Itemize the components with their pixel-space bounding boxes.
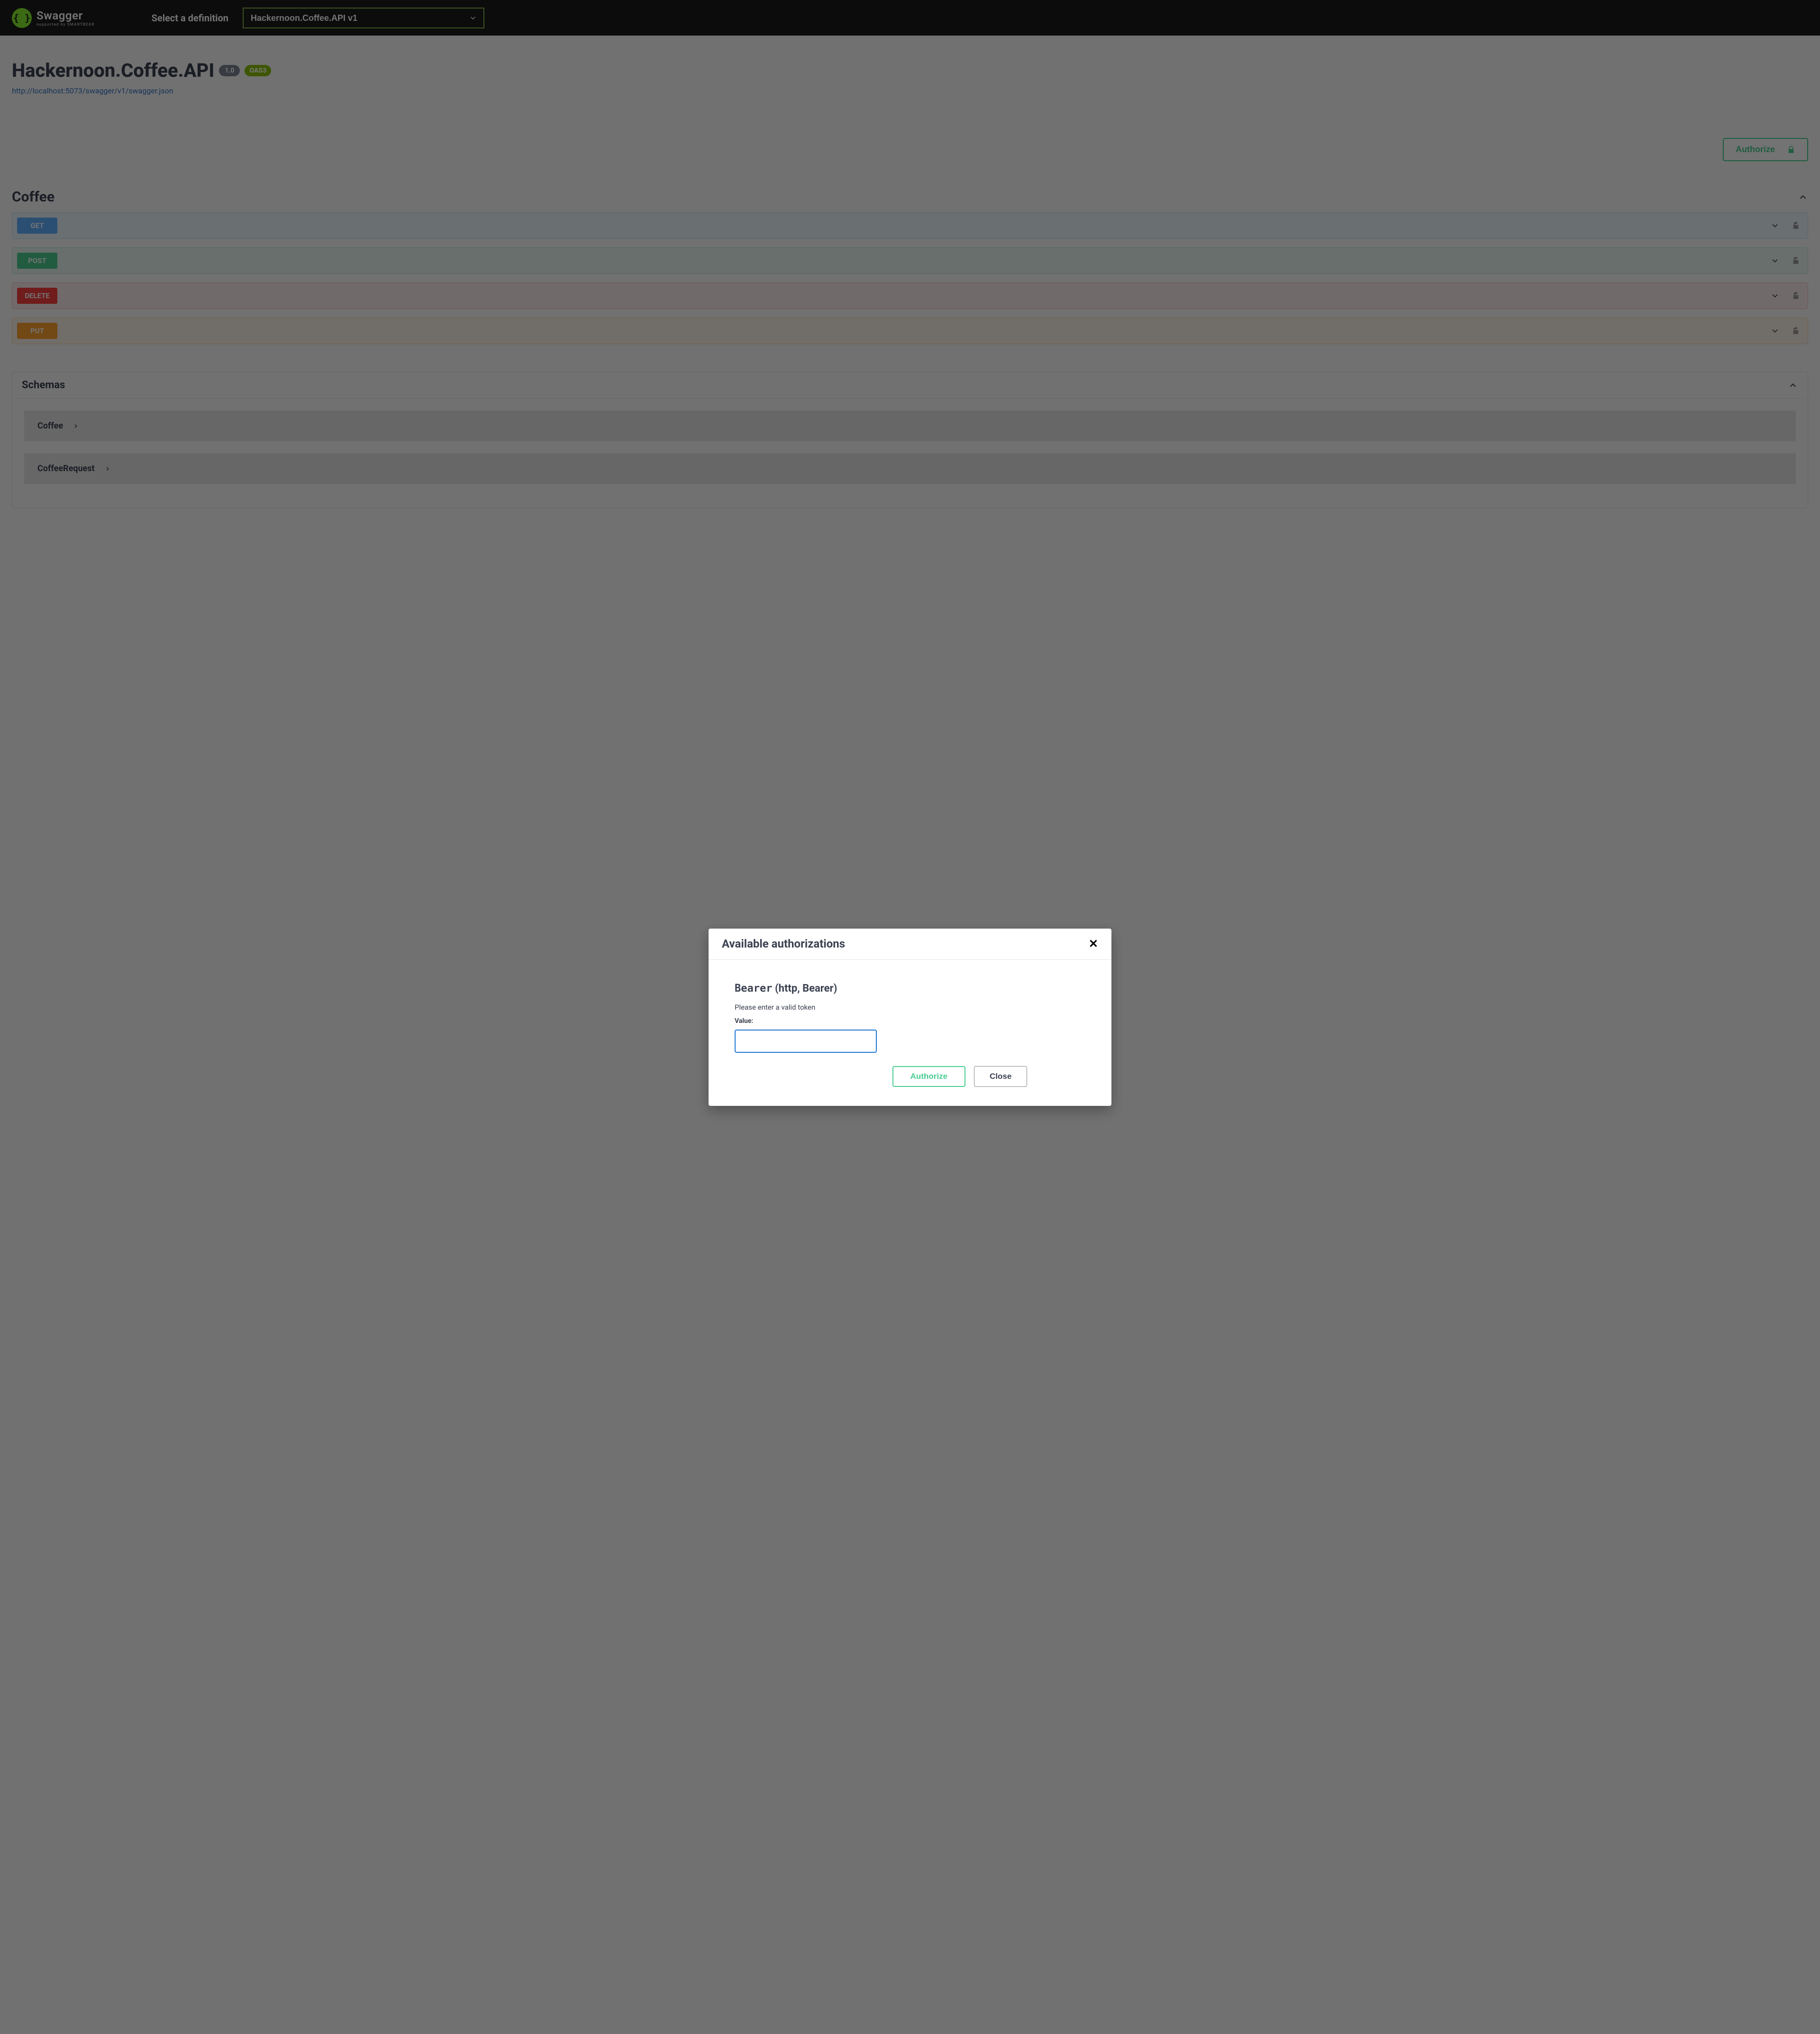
modal-close-button[interactable]: Close (974, 1066, 1027, 1087)
value-label: Value: (735, 1017, 1085, 1025)
auth-scheme-name: Bearer (http, Bearer) (735, 983, 1085, 994)
scheme-id: Bearer (735, 983, 772, 994)
modal-actions: Authorize Close (834, 1066, 1085, 1087)
modal-body: Bearer (http, Bearer) Please enter a val… (709, 960, 1111, 1106)
token-input[interactable] (735, 1030, 877, 1053)
scheme-type: (http, Bearer) (772, 983, 837, 994)
modal-title: Available authorizations (722, 937, 845, 950)
auth-modal: Available authorizations ✕ Bearer (http,… (709, 929, 1111, 1106)
close-icon: ✕ (1089, 938, 1098, 950)
close-button[interactable]: ✕ (1089, 937, 1098, 951)
auth-description: Please enter a valid token (735, 1003, 1085, 1012)
modal-authorize-button[interactable]: Authorize (892, 1066, 965, 1087)
modal-overlay[interactable]: Available authorizations ✕ Bearer (http,… (0, 0, 1820, 2034)
modal-header: Available authorizations ✕ (709, 929, 1111, 960)
